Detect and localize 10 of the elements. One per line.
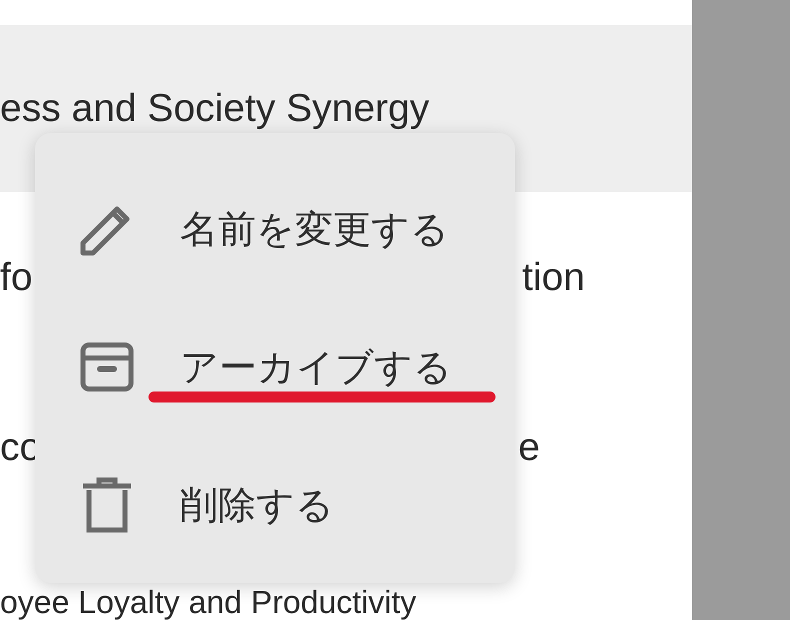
row-title: oyee Loyalty and Productivity: [0, 586, 416, 618]
row-title: tion: [522, 258, 585, 296]
menu-item-label: アーカイブする: [180, 348, 452, 386]
menu-item[interactable]: 削除する: [35, 436, 515, 574]
row-title: ess and Society Synergy: [0, 89, 430, 128]
row-title: e: [518, 428, 540, 466]
menu-item[interactable]: アーカイブする: [35, 298, 515, 436]
menu-item-label: 名前を変更する: [180, 210, 449, 248]
row-title: fo: [0, 258, 33, 296]
menu-item-label: 削除する: [180, 486, 334, 524]
